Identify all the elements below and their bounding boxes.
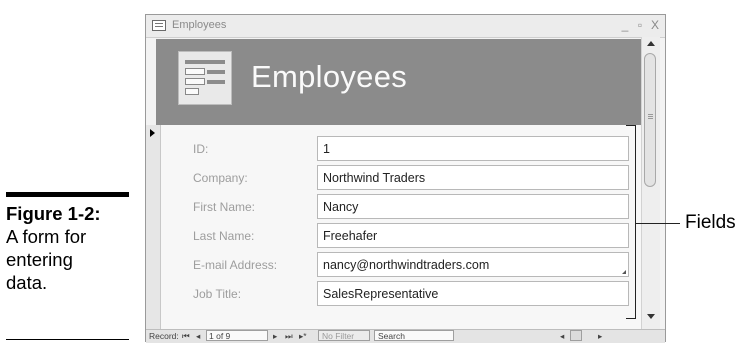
close-button[interactable]: X xyxy=(648,17,662,33)
caption-line-3: data. xyxy=(6,272,48,293)
callout-leader-line xyxy=(635,223,680,224)
caption-line-2: entering xyxy=(6,249,73,270)
layout-row-icon xyxy=(185,88,199,95)
record-selector[interactable] xyxy=(146,125,161,329)
layout-bar-icon xyxy=(207,80,225,84)
figure-caption: Figure 1-2: A form for entering data. xyxy=(6,202,131,294)
record-navigation-bar: Record: ⏮ ◂ 1 of 9 ▸ ⏭ ▸* No Filter Sear… xyxy=(146,329,665,343)
current-record-box[interactable]: 1 of 9 xyxy=(206,330,268,341)
scroll-down-arrow-icon[interactable] xyxy=(647,314,655,319)
company-label: Company: xyxy=(193,171,248,185)
caption-rule-bottom xyxy=(6,339,129,340)
field-row-first-name: First Name: Nancy xyxy=(161,194,641,220)
record-position: 1 of 9 xyxy=(209,331,231,341)
id-label: ID: xyxy=(193,142,209,156)
search-label: Search xyxy=(378,331,405,341)
email-value: nancy@northwindtraders.com xyxy=(323,258,490,272)
form-detail: ID: 1 Company: Northwind Traders First N… xyxy=(161,125,641,329)
scroll-thumb[interactable] xyxy=(644,53,656,187)
field-row-email: E-mail Address: nancy@northwindtraders.c… xyxy=(161,252,641,278)
id-field[interactable]: 1 xyxy=(317,136,629,161)
fields-bracket xyxy=(626,125,636,319)
current-record-arrow-icon xyxy=(150,129,155,137)
job-title-label: Job Title: xyxy=(193,287,242,301)
scroll-up-arrow-icon[interactable] xyxy=(647,41,655,46)
layout-bar-icon xyxy=(207,70,225,74)
first-name-field[interactable]: Nancy xyxy=(317,194,629,219)
field-row-job-title: Job Title: SalesRepresentative xyxy=(161,281,641,307)
search-box[interactable]: Search xyxy=(374,330,454,341)
vertical-scrollbar[interactable] xyxy=(641,37,660,329)
first-record-button[interactable]: ⏮ xyxy=(182,331,190,342)
fields-callout-label: Fields xyxy=(685,212,736,233)
layout-row-icon xyxy=(185,78,205,85)
form-layout-icon xyxy=(178,51,232,105)
last-name-label: Last Name: xyxy=(193,229,255,243)
record-label: Record: xyxy=(149,331,179,341)
form-header: Employees xyxy=(156,39,641,125)
caption-line-1: A form for xyxy=(6,226,87,247)
field-row-id: ID: 1 xyxy=(161,136,641,162)
layout-bar-icon xyxy=(185,60,225,64)
caption-rule-top xyxy=(6,192,129,197)
employees-form-window: Employees _ ▫ X Employees ID: 1 Company:… xyxy=(145,14,666,343)
field-row-last-name: Last Name: Freehafer xyxy=(161,223,641,249)
filter-label: No Filter xyxy=(322,331,355,341)
layout-row-icon xyxy=(185,68,205,75)
filter-toggle[interactable]: No Filter xyxy=(318,330,370,341)
email-field[interactable]: nancy@northwindtraders.com xyxy=(317,252,629,277)
email-label: E-mail Address: xyxy=(193,258,278,272)
company-field[interactable]: Northwind Traders xyxy=(317,165,629,190)
window-titlebar[interactable]: Employees _ ▫ X xyxy=(146,15,665,38)
first-name-label: First Name: xyxy=(193,200,256,214)
form-title: Employees xyxy=(251,59,408,94)
figure-label: Figure 1-2: xyxy=(6,203,101,224)
last-name-field[interactable]: Freehafer xyxy=(317,223,629,248)
next-record-button[interactable]: ▸ xyxy=(273,331,277,342)
horizontal-scroll-thumb[interactable] xyxy=(570,330,582,341)
scroll-right-arrow-icon[interactable]: ▸ xyxy=(598,331,602,342)
window-title: Employees xyxy=(172,19,227,31)
restore-button[interactable]: ▫ xyxy=(633,17,647,33)
new-record-button[interactable]: ▸* xyxy=(299,331,307,342)
form-icon xyxy=(152,20,166,31)
field-row-company: Company: Northwind Traders xyxy=(161,165,641,191)
previous-record-button[interactable]: ◂ xyxy=(196,331,200,342)
scroll-left-arrow-icon[interactable]: ◂ xyxy=(560,331,564,342)
minimize-button[interactable]: _ xyxy=(618,17,632,33)
job-title-field[interactable]: SalesRepresentative xyxy=(317,281,629,306)
last-record-button[interactable]: ⏭ xyxy=(285,331,293,342)
